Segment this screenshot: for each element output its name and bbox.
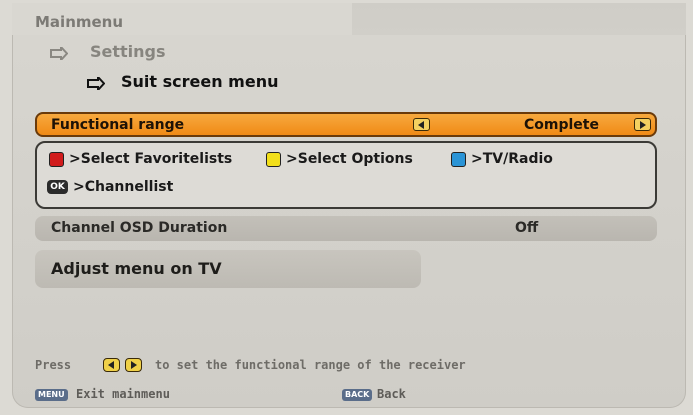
arrow-icon [50,47,68,60]
functional-range-row[interactable]: Functional range Complete [35,112,657,137]
select-options-hint: >Select Options [286,151,413,167]
exit-mainmenu-label[interactable]: Exit mainmenu [76,387,170,401]
blue-key-icon [451,152,466,167]
breadcrumb-settings: Settings [90,42,166,61]
functional-range-label: Functional range [51,117,185,133]
channel-osd-duration-value: Off [515,220,539,236]
header-bar [352,3,686,35]
back-key-icon[interactable]: BACK [342,389,373,401]
functional-range-value: Complete [524,117,599,133]
help-text-desc: to set the functional range of the recei… [155,358,466,372]
breadcrumb-mainmenu: Mainmenu [35,13,124,31]
channel-osd-duration-row[interactable]: Channel OSD Duration Off [35,216,657,241]
channel-osd-duration-label: Channel OSD Duration [51,220,228,236]
tv-radio-hint: >TV/Radio [471,151,553,167]
yellow-key-icon [266,152,281,167]
left-arrow-icon[interactable] [413,118,430,131]
back-label[interactable]: Back [377,387,406,401]
right-arrow-icon[interactable] [634,118,651,131]
menu-key-icon[interactable]: MENU [35,389,68,401]
color-key-legend: >Select Favoritelists >Select Options >T… [35,141,657,209]
adjust-menu-label: Adjust menu on TV [51,259,222,278]
left-arrow-icon [103,358,120,372]
arrow-icon [87,77,105,90]
channellist-hint: >Channellist [73,179,174,195]
help-text-press: Press [35,358,72,372]
red-key-icon [49,152,64,167]
select-favoritelists-hint: >Select Favoritelists [69,151,233,167]
adjust-menu-on-tv-button[interactable]: Adjust menu on TV [35,250,421,288]
right-arrow-icon [125,358,142,372]
page-title: Suit screen menu [121,72,279,91]
ok-key-icon: OK [47,180,68,194]
